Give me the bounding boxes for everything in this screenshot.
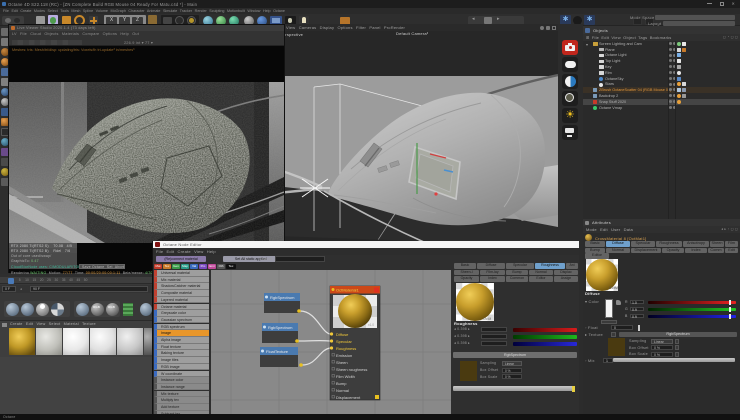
svg-text:Bump: Bump — [336, 381, 347, 386]
svg-text:RgbSpectrum: RgbSpectrum — [270, 295, 295, 300]
svg-text:Emission: Emission — [336, 353, 352, 358]
svg-text:Displacement: Displacement — [336, 395, 361, 400]
svg-text:Roughness: Roughness — [336, 346, 356, 351]
svg-text:Diffuse: Diffuse — [336, 332, 349, 337]
svg-text:Sheen roughness: Sheen roughness — [336, 367, 367, 372]
svg-text:Meshes: tris: Mesh/tri/disp: u: Meshes: tris: Mesh/tri/disp: updating/tr… — [12, 48, 135, 52]
svg-text:Normal: Normal — [336, 388, 349, 393]
svg-text:FloatTexture: FloatTexture — [266, 349, 289, 354]
svg-text:RgbSpectrum: RgbSpectrum — [268, 325, 293, 330]
svg-text:Sheen: Sheen — [336, 360, 348, 365]
svg-text:OctMaterial1: OctMaterial1 — [336, 288, 359, 293]
svg-text:Film Width: Film Width — [336, 374, 355, 379]
svg-text:x1.0: x1.0 — [368, 323, 374, 327]
svg-text:Specular: Specular — [336, 339, 352, 344]
